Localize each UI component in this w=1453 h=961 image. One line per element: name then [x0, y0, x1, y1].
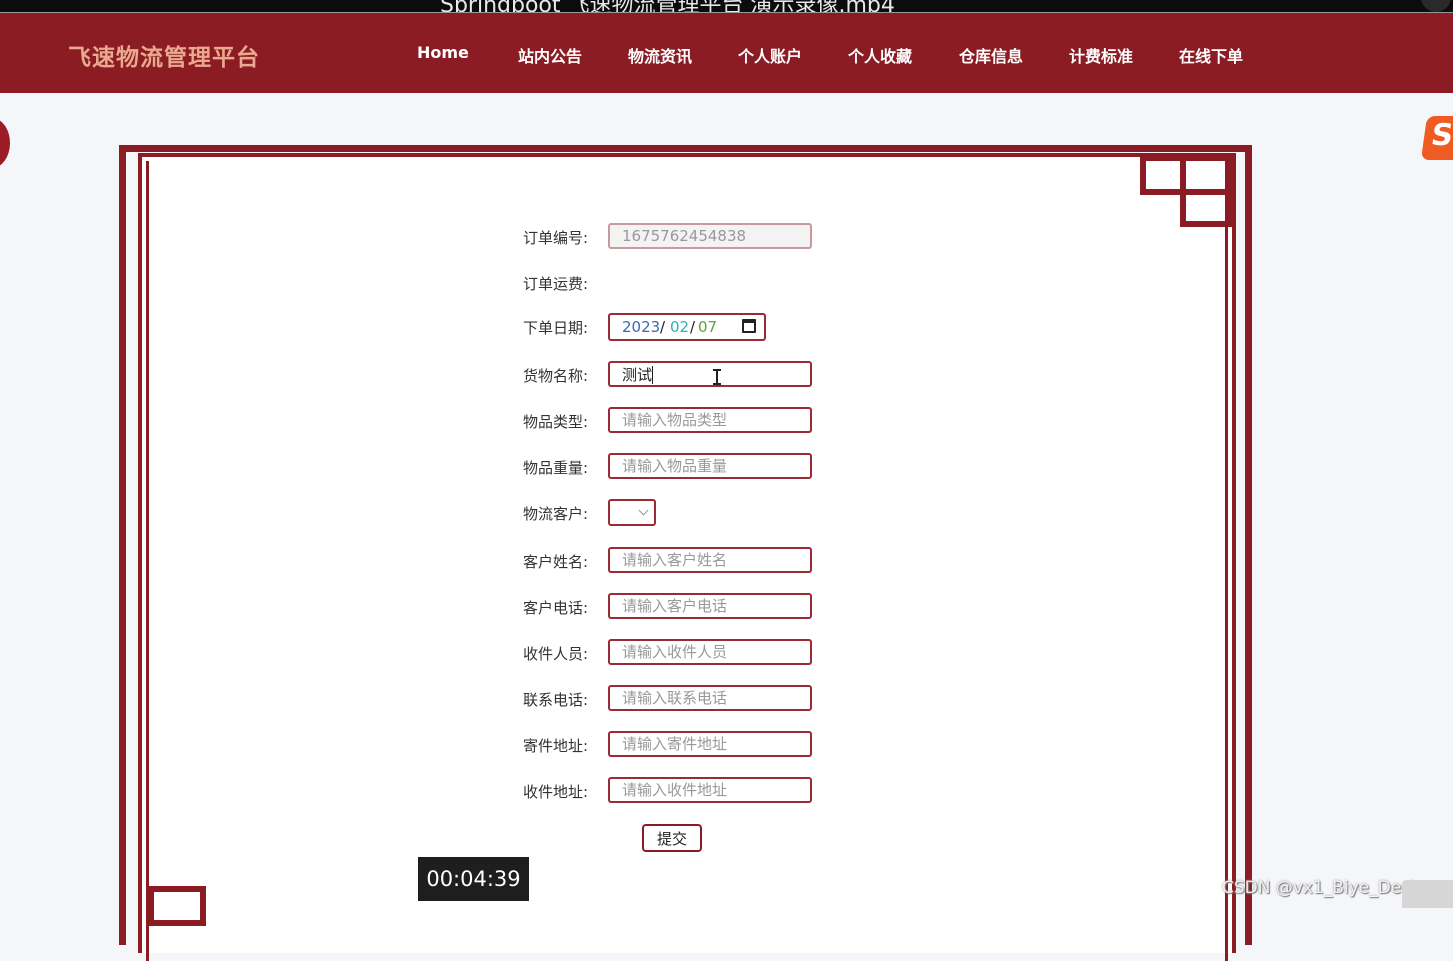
customer-phone-label: 客户电话:: [522, 599, 588, 617]
video-title-bar: Springboot 飞速物流管理平台 演示录像.mp4: [0, 0, 1453, 13]
video-title: Springboot 飞速物流管理平台 演示录像.mp4: [440, 0, 895, 13]
item-type-label: 物品类型:: [522, 413, 588, 431]
order-no-field[interactable]: [608, 223, 812, 249]
side-float-button[interactable]: [0, 118, 10, 168]
nav-item-logistics-news[interactable]: 物流资讯: [628, 43, 692, 67]
frame-corner-ornament: [148, 886, 206, 926]
scroll-top-button[interactable]: [1402, 880, 1453, 908]
contact-phone-label: 联系电话:: [522, 691, 588, 709]
date-month: 02: [670, 318, 690, 336]
freight-label: 订单运费:: [522, 275, 588, 293]
chevron-down-icon: [638, 505, 649, 516]
nav-item-online-order[interactable]: 在线下单: [1179, 43, 1243, 67]
nav-item-home[interactable]: Home: [417, 43, 469, 62]
customer-name-input[interactable]: [608, 547, 812, 573]
contact-phone-input[interactable]: [608, 685, 812, 711]
order-date-picker[interactable]: 2023 / 02 / 07: [608, 313, 766, 341]
date-separator: /: [660, 318, 666, 336]
recipient-address-input[interactable]: [608, 777, 812, 803]
video-timer: 00:04:39: [418, 857, 529, 901]
item-type-input[interactable]: [608, 407, 812, 433]
order-no-label: 订单编号:: [522, 229, 588, 247]
text-caret: [652, 366, 653, 384]
date-day: 07: [698, 318, 718, 336]
order-date-label: 下单日期:: [522, 319, 588, 337]
nav-item-personal-account[interactable]: 个人账户: [738, 43, 802, 67]
date-separator: /: [690, 318, 696, 336]
goods-name-input[interactable]: [608, 361, 812, 387]
frame-corner-ornament: [1180, 189, 1234, 227]
item-weight-label: 物品重量:: [522, 459, 588, 477]
player-control-icon[interactable]: [1421, 0, 1451, 12]
customer-select[interactable]: [608, 499, 656, 526]
site-navbar: 飞速物流管理平台 Home 站内公告 物流资讯 个人账户 个人收藏 仓库信息 计…: [0, 13, 1453, 93]
sender-address-input[interactable]: [608, 731, 812, 757]
customer-label: 物流客户:: [522, 505, 588, 523]
recipient-label: 收件人员:: [522, 645, 588, 663]
customer-phone-input[interactable]: [608, 593, 812, 619]
recipient-address-label: 收件地址:: [522, 783, 588, 801]
submit-button[interactable]: 提交: [642, 824, 702, 852]
ibeam-cursor-icon: [713, 369, 721, 385]
sender-address-label: 寄件地址:: [522, 737, 588, 755]
goods-name-label: 货物名称:: [522, 367, 588, 385]
sogou-ime-icon[interactable]: S: [1420, 116, 1453, 160]
calendar-icon[interactable]: [742, 319, 756, 333]
site-brand[interactable]: 飞速物流管理平台: [68, 38, 260, 72]
item-weight-input[interactable]: [608, 453, 812, 479]
nav-item-favorites[interactable]: 个人收藏: [848, 43, 912, 67]
nav-item-warehouse-info[interactable]: 仓库信息: [959, 43, 1023, 67]
nav-item-pricing[interactable]: 计费标准: [1069, 43, 1133, 67]
recipient-input[interactable]: [608, 639, 812, 665]
customer-name-label: 客户姓名:: [522, 553, 588, 571]
date-year: 2023: [622, 318, 661, 336]
nav-item-announcements[interactable]: 站内公告: [518, 43, 582, 67]
